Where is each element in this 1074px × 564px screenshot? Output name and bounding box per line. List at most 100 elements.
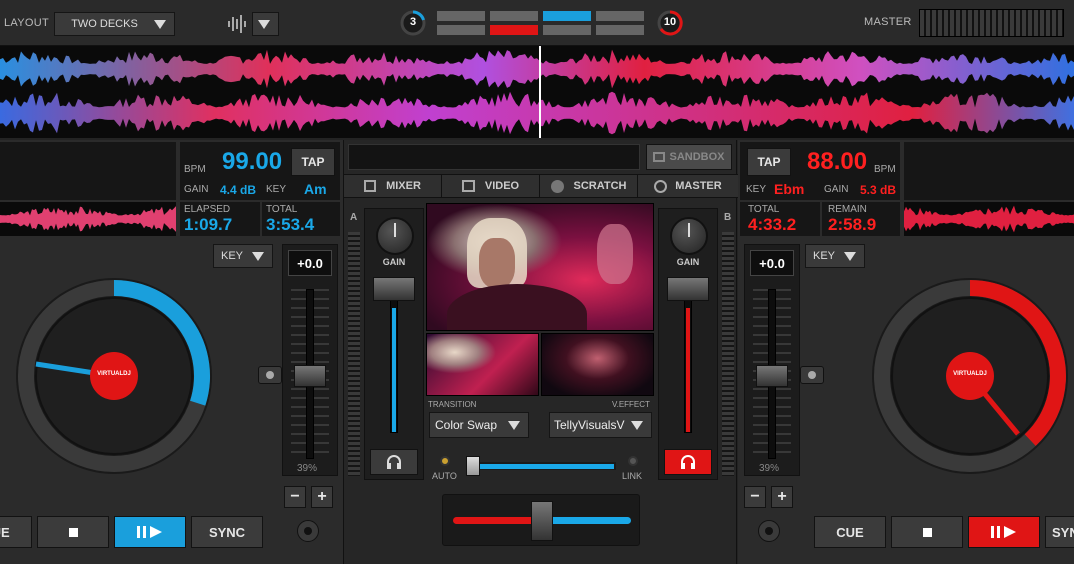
volume-fader-b[interactable]: [667, 277, 709, 301]
gain-label-b: GAIN: [676, 257, 700, 267]
transition-dropdown[interactable]: Color Swap: [429, 412, 529, 438]
play-pause-button-left[interactable]: [114, 516, 186, 548]
pitch-slider-handle-right[interactable]: [756, 365, 788, 387]
sandbox-text-field[interactable]: [348, 144, 640, 170]
key-dropdown[interactable]: KEY: [213, 244, 273, 268]
video-preview-main[interactable]: [426, 203, 654, 331]
gain-knob-a[interactable]: [376, 217, 414, 255]
transition-label: TRANSITION: [428, 400, 477, 409]
layout-dropdown[interactable]: TWO DECKS: [54, 12, 175, 36]
tap-button[interactable]: TAP: [291, 148, 335, 176]
key-label: KEY: [266, 184, 287, 195]
tab-scratch[interactable]: SCRATCH: [540, 175, 638, 197]
auto-transition-led[interactable]: [440, 456, 450, 466]
left-counter-value: 3: [409, 16, 417, 28]
volume-fader-a[interactable]: [373, 277, 415, 301]
total-panel-right: TOTAL 4:33.2: [740, 202, 820, 236]
stop-icon: [922, 527, 932, 537]
sandbox-button[interactable]: SANDBOX: [646, 144, 732, 170]
deck-right-mini-waveform[interactable]: [904, 202, 1074, 236]
crossfader-handle[interactable]: [531, 501, 553, 541]
channel-b-strip: GAIN: [658, 208, 718, 480]
deck-right-bpm-panel: TAP 88.00 BPM KEY Ebm GAIN 5.3 dB: [740, 142, 900, 200]
mixer-panel: SANDBOX MIXER VIDEO SCRATCH MASTER A B G…: [343, 140, 738, 564]
total-value: 3:53.4: [266, 215, 315, 234]
pitch-plus-button-right[interactable]: +: [771, 486, 793, 508]
remain-panel-right: REMAIN 2:58.9: [822, 202, 900, 236]
volume-track-a[interactable]: [390, 283, 398, 433]
pitch-panel-left: +0.0 39%: [282, 244, 338, 476]
cue-button-left[interactable]: CUE: [0, 516, 32, 548]
pitch-minus-button-right[interactable]: −: [744, 486, 766, 508]
pitch-range-right: 39%: [759, 463, 780, 474]
key-dropdown-right[interactable]: KEY: [805, 244, 865, 268]
layout-value: TWO DECKS: [71, 18, 138, 30]
stop-button-left[interactable]: [37, 516, 109, 548]
video-thumb-b[interactable]: [541, 333, 654, 396]
remain-label-right: REMAIN: [828, 204, 867, 215]
waveform-icon[interactable]: [226, 13, 248, 35]
vu-meter-b: [722, 232, 734, 476]
stop-button-right[interactable]: [891, 516, 963, 548]
tab-video[interactable]: VIDEO: [442, 175, 540, 197]
deck-left-loop-knob[interactable]: [297, 520, 319, 542]
waveform-options-dropdown[interactable]: [252, 12, 279, 36]
key-value: Am: [304, 181, 327, 197]
pitch-nudge-right[interactable]: [800, 366, 824, 384]
chevron-down-icon: [252, 252, 264, 261]
pitch-slider-handle[interactable]: [294, 365, 326, 387]
transition-value: Color Swap: [435, 418, 498, 432]
headphone-cue-b[interactable]: [664, 449, 712, 475]
deck-left-title-area: [0, 142, 176, 200]
gain-knob-b[interactable]: [670, 217, 708, 255]
deck-left-mini-waveform[interactable]: [0, 202, 176, 236]
bpm-value-right: 88.00: [807, 148, 868, 175]
tap-button-right[interactable]: TAP: [747, 148, 791, 176]
headphone-cue-a[interactable]: [370, 449, 418, 475]
elapsed-panel: ELAPSED 1:09.7: [180, 202, 260, 236]
tab-mixer[interactable]: MIXER: [344, 175, 442, 197]
veffect-dropdown[interactable]: TellyVisualsV: [549, 412, 652, 438]
scratch-icon: [550, 179, 564, 193]
bpm-label: BPM: [184, 164, 206, 175]
link-led[interactable]: [628, 456, 638, 466]
bpm-label-right: BPM: [874, 164, 896, 175]
master-label: MASTER: [864, 16, 912, 28]
top-bar: LAYOUT TWO DECKS 3 10 MASTER: [0, 0, 1074, 46]
waveform-svg: [0, 46, 1074, 138]
sync-button-left[interactable]: SYNC: [191, 516, 263, 548]
deck-right-loop-knob[interactable]: [758, 520, 780, 542]
gain-value-right: 5.3 dB: [860, 183, 897, 197]
deck-left-bpm-panel: BPM 99.00 TAP GAIN 4.4 dB KEY Am: [180, 142, 340, 200]
headphones-icon: [681, 455, 695, 469]
mixer-tabs: MIXER VIDEO SCRATCH MASTER: [344, 174, 738, 198]
layout-label: LAYOUT: [4, 17, 49, 29]
total-label: TOTAL: [266, 204, 298, 215]
chevron-down-icon: [154, 20, 166, 29]
video-crossfader-handle[interactable]: [466, 456, 480, 476]
video-thumb-a[interactable]: [426, 333, 539, 396]
chevron-down-icon: [631, 421, 643, 430]
sandbox-icon: [653, 152, 666, 162]
sync-button-right[interactable]: SYNC: [1045, 516, 1074, 548]
pitch-nudge-left[interactable]: [258, 366, 282, 384]
deck-right-title-area: [904, 142, 1074, 200]
play-pause-button-right[interactable]: [968, 516, 1040, 548]
pitch-minus-button[interactable]: −: [284, 486, 306, 508]
pitch-plus-button[interactable]: +: [311, 486, 333, 508]
jog-wheel-left[interactable]: VIRTUALDJ: [14, 276, 214, 476]
total-panel: TOTAL 3:53.4: [262, 202, 340, 236]
video-hand: [597, 224, 633, 284]
tab-master[interactable]: MASTER: [638, 175, 738, 197]
cue-button-right[interactable]: CUE: [814, 516, 886, 548]
waveform-overview[interactable]: [0, 46, 1074, 138]
left-beat-counter: 3: [399, 9, 427, 37]
key-value-right: Ebm: [774, 181, 805, 197]
deck-left: BPM 99.00 TAP GAIN 4.4 dB KEY Am ELAPSED…: [0, 140, 343, 564]
volume-track-b[interactable]: [684, 283, 692, 433]
vu-meter-a: [348, 232, 360, 476]
video-crossfader-track[interactable]: [466, 462, 616, 470]
video-figure-face: [479, 238, 515, 288]
jog-wheel-right[interactable]: VIRTUALDJ: [870, 276, 1070, 476]
pitch-value-right: +0.0: [750, 250, 794, 276]
